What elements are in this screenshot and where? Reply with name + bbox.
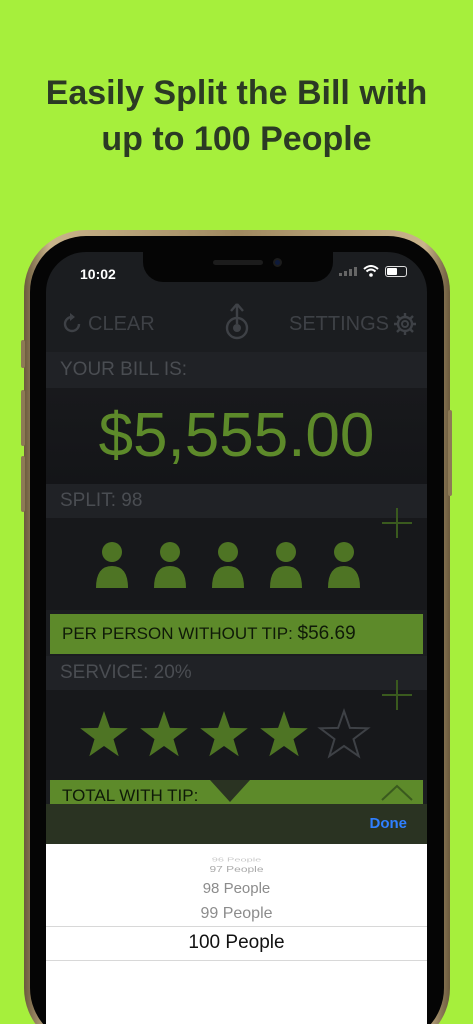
add-person-plus-icon[interactable] bbox=[382, 508, 412, 538]
picker-option[interactable]: 98 People bbox=[46, 880, 427, 897]
battery-icon bbox=[385, 265, 407, 277]
share-button[interactable] bbox=[222, 302, 252, 347]
volume-up-button bbox=[21, 390, 25, 446]
gear-icon bbox=[394, 313, 416, 335]
person-icon bbox=[212, 542, 244, 588]
picker-option[interactable]: 97 People bbox=[46, 864, 427, 874]
person-icon bbox=[328, 542, 360, 588]
bill-label: YOUR BILL IS: bbox=[46, 352, 427, 388]
collapse-chevron-icon[interactable] bbox=[380, 782, 414, 802]
star-filled-icon[interactable] bbox=[80, 711, 128, 757]
picker-toolbar: Done bbox=[46, 804, 427, 844]
person-icon bbox=[154, 542, 186, 588]
picker-selected-option[interactable]: 100 People bbox=[46, 932, 427, 954]
per-person-label: PER PERSON WITHOUT TIP: bbox=[62, 624, 293, 643]
people-picker[interactable]: 96 People 97 People 98 People 99 People … bbox=[46, 844, 427, 1024]
done-button[interactable]: Done bbox=[370, 815, 408, 832]
toolbar: CLEAR SETTINGS bbox=[46, 302, 427, 350]
popover-arrow bbox=[210, 780, 250, 802]
picker-option[interactable]: 96 People bbox=[46, 857, 427, 863]
notch bbox=[143, 252, 333, 282]
camera-icon bbox=[273, 258, 282, 267]
star-filled-icon[interactable] bbox=[260, 711, 308, 757]
wifi-icon bbox=[363, 265, 379, 277]
refresh-icon bbox=[63, 313, 81, 333]
star-filled-icon[interactable] bbox=[140, 711, 188, 757]
star-filled-icon[interactable] bbox=[200, 711, 248, 757]
settings-label: SETTINGS bbox=[288, 312, 389, 335]
share-gear-icon bbox=[225, 303, 249, 340]
headline-line-1: Easily Split the Bill with bbox=[45, 74, 428, 112]
add-service-plus-icon[interactable] bbox=[382, 680, 412, 710]
service-rating[interactable] bbox=[46, 680, 427, 780]
service-label: SERVICE: 20% bbox=[46, 656, 427, 690]
person-icon bbox=[270, 542, 302, 588]
split-row[interactable] bbox=[46, 508, 427, 610]
app-screen: 10:02 CLEAR SETTINGS YOUR BILL IS: $5,55… bbox=[46, 252, 427, 1024]
status-icons bbox=[339, 265, 407, 277]
headline-line-2: up to 100 People bbox=[101, 120, 372, 158]
power-button bbox=[448, 410, 452, 496]
total-with-tip-bar: TOTAL WITH TIP: bbox=[50, 780, 423, 804]
mute-switch bbox=[21, 340, 25, 368]
person-icon bbox=[96, 542, 128, 588]
per-person-bar: PER PERSON WITHOUT TIP: $56.69 bbox=[50, 614, 423, 654]
clear-label: CLEAR bbox=[88, 312, 155, 335]
settings-button[interactable]: SETTINGS bbox=[289, 312, 417, 336]
rating-stars[interactable] bbox=[46, 690, 427, 780]
star-empty-icon[interactable] bbox=[317, 707, 371, 759]
picker-option[interactable]: 99 People bbox=[46, 905, 427, 923]
bill-amount[interactable]: $5,555.00 bbox=[46, 388, 427, 484]
clear-button[interactable]: CLEAR bbox=[60, 312, 155, 336]
signal-icon bbox=[339, 266, 357, 276]
headline: Easily Split the Bill with up to 100 Peo… bbox=[0, 70, 473, 162]
status-time: 10:02 bbox=[80, 266, 116, 282]
split-label: SPLIT: 98 bbox=[46, 484, 427, 518]
per-person-value: $56.69 bbox=[297, 623, 356, 644]
volume-down-button bbox=[21, 456, 25, 512]
